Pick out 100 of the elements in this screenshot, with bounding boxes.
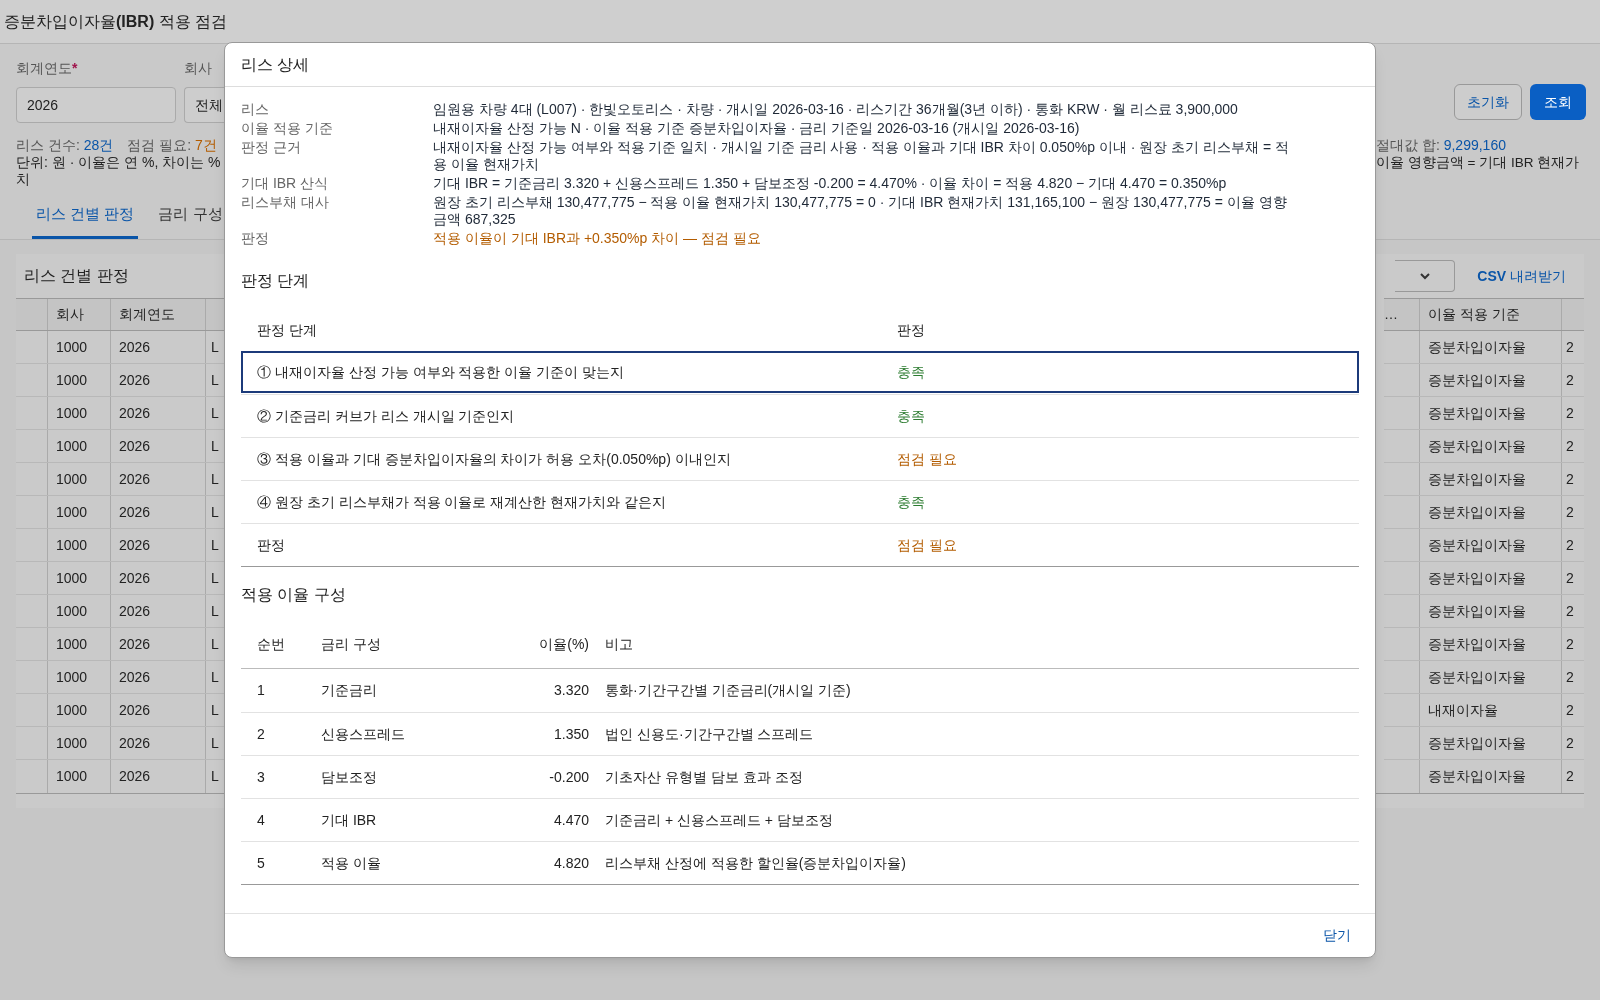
table-cell-text: 1000	[56, 700, 88, 720]
company-select[interactable]: 전체	[184, 87, 224, 123]
table-cell-text: 2	[1566, 337, 1574, 357]
formula-note: 이율 영향금액 = 기대 IBR 현재가	[1376, 154, 1580, 171]
table-cell-text: 2	[1566, 568, 1574, 588]
table-cell-text: L	[211, 733, 219, 753]
table-cell-text: 2026	[119, 436, 151, 456]
table-cell-text: 2	[1566, 767, 1574, 786]
table-cell-text: 증분차입이자율	[1428, 667, 1526, 687]
table-cell-text: 통화·기간구간별 기준금리(개시일 기준)	[604, 681, 851, 700]
table-cell-text: L	[211, 601, 219, 621]
table-cell-text: 증분차입이자율	[1428, 767, 1526, 786]
table-cell-text: 증분차입이자율	[1428, 535, 1526, 555]
table-cell-text: 증분차입이자율	[1428, 436, 1526, 456]
table-cell-text: 2	[1566, 700, 1574, 720]
csv-download-link[interactable]: CSV 내려받기	[1477, 265, 1576, 287]
lease-count: 리스 건수: 28건	[16, 137, 114, 154]
table-cell-text: 증분차입이자율	[1428, 469, 1526, 489]
check-count: 점검 필요: 7건	[127, 137, 217, 154]
table-cell-text: -0.200	[548, 767, 589, 787]
table-cell-text: 1000	[56, 733, 88, 753]
detail-label: 리스	[241, 101, 270, 118]
step-result: 충족	[897, 492, 925, 512]
step-row[interactable]: ③ 적용 이율과 기대 증분차입이자율의 차이가 허용 오차(0.050%p) 이내인지 점검 필요	[241, 437, 1359, 480]
table-cell-text: 2026	[119, 370, 151, 390]
table-cell-text: 2026	[119, 535, 151, 555]
table-cell-text: L	[211, 469, 219, 489]
column-header: 판정 단계	[257, 320, 318, 340]
table-cell-text: 기준금리	[321, 681, 378, 700]
table-cell-text: L	[211, 370, 219, 390]
table-cell-text: 증분차입이자율	[1428, 568, 1526, 588]
step-row[interactable]: ④ 원장 초기 리스부채가 적용 이율로 재계산한 현재가치와 같은지 충족	[241, 480, 1359, 523]
column-header: 판정	[897, 320, 925, 340]
column-header: 금리 구성	[321, 635, 382, 654]
column-header: 순번	[257, 635, 286, 654]
step-result: 충족	[897, 406, 925, 426]
table-cell-text: L	[211, 403, 219, 423]
unit-note: 치	[16, 171, 31, 188]
table-cell-text: 증분차입이자율	[1428, 634, 1526, 654]
field-label: 회사	[184, 59, 213, 78]
step-row[interactable]: 판정 점검 필요	[241, 523, 1359, 566]
year-field[interactable]: 2026	[16, 87, 176, 123]
tab[interactable]: 금리 구성	[154, 193, 227, 239]
table-cell-text: L	[211, 502, 219, 522]
detail-value: 내재이자율 산정 가능 여부와 적용 기준 일치 · 개시일 기준 금리 사용 · 적용 이율과 기대 IBR 차이 0.050%p 이내 · 원장 초기 리스부채 = 적용 이율 현재가치	[433, 139, 1290, 173]
table-cell-text: L	[211, 568, 219, 588]
column-header: 비고	[604, 635, 633, 654]
table-cell-text: 1000	[56, 667, 88, 687]
detail-value: 기대 IBR = 기준금리 3.320 + 신용스프레드 1.350 + 담보조정 -0.200 = 4.470% · 이율 차이 = 적용 4.820 − 기대 4.470 = 0.350%p	[433, 175, 1228, 192]
table-cell-text: 1000	[56, 634, 88, 654]
step-result: 점검 필요	[897, 449, 957, 469]
table-cell-text: 2026	[119, 502, 151, 522]
step-text: ① 내재이자율 산정 가능 여부와 적용한 이율 기준이 맞는지	[257, 362, 626, 382]
table-cell-text: 신용스프레드	[321, 724, 406, 744]
reset-button[interactable]: 초기화	[1454, 84, 1522, 120]
table-cell-text: 1.350	[552, 724, 589, 744]
close-button[interactable]: 닫기	[1323, 925, 1351, 946]
step-row[interactable]: ① 내재이자율 산정 가능 여부와 적용한 이율 기준이 맞는지 충족	[241, 351, 1359, 393]
detail-value: 임원용 차량 4대 (L007) · 한빛오토리스 · 차량 · 개시일 2026-03-16 · 리스기간 36개월(3년 이하) · 통화 KRW · 월 리스료 3,900,000	[433, 101, 1239, 118]
table-cell-text: 증분차입이자율	[1428, 370, 1526, 390]
column-header: 이율 적용 기준	[1428, 305, 1520, 324]
page-title: 증분차입이자율(IBR) 적용 점검	[4, 11, 228, 32]
detail-label: 리스부채 대사	[241, 194, 330, 212]
table-cell-text: L	[211, 700, 219, 720]
step-text: ② 기준금리 커브가 리스 개시일 기준인지	[257, 406, 516, 426]
table-cell-text: 2026	[119, 767, 151, 786]
table-cell-text: 4.470	[552, 810, 589, 830]
table-cell-text: 1000	[56, 469, 88, 489]
table-cell-text: 2	[1566, 502, 1574, 522]
table-cell-text: 담보조정	[321, 767, 378, 787]
table-cell-text: 2	[1566, 403, 1574, 423]
table-cell-text: 리스부채 산정에 적용한 할인율(증분차입이자율)	[604, 853, 906, 873]
table-cell-text: 1000	[56, 436, 88, 456]
table-cell-text: L	[211, 667, 219, 687]
step-row[interactable]: ② 기준금리 커브가 리스 개시일 기준인지 충족	[241, 394, 1359, 437]
table-cell-text: 증분차입이자율	[1428, 502, 1526, 522]
chevron-down-icon	[1418, 272, 1431, 280]
dialog-title: 리스 상세	[241, 54, 310, 75]
detail-label: 기대 IBR 산식	[241, 175, 330, 192]
table-cell-text: 4.820	[552, 853, 589, 873]
table-cell-text: 2026	[119, 634, 151, 654]
table-cell-text: 2026	[119, 667, 151, 687]
abs-sum: 절대값 합: 9,299,160	[1376, 137, 1506, 154]
table-cell-text: L	[211, 436, 219, 456]
table-cell-text: 2	[257, 724, 266, 744]
table-cell-text: 증분차입이자율	[1428, 601, 1526, 621]
detail-value: 적용 이율이 기대 IBR과 +0.350%p 차이 — 점검 필요	[433, 230, 762, 247]
table-cell-text: L	[211, 634, 219, 654]
table-cell-text: 2	[1566, 436, 1574, 456]
table-cell-text: 기초자산 유형별 담보 효과 조정	[604, 767, 803, 787]
table-cell-text: 2	[1566, 469, 1574, 489]
step-text: ③ 적용 이율과 기대 증분차입이자율의 차이가 허용 오차(0.050%p) 이내인지	[257, 449, 732, 469]
tab[interactable]: 리스 건별 판정	[32, 193, 139, 239]
table-cell-text: 기준금리 + 신용스프레드 + 담보조정	[604, 810, 833, 830]
search-button[interactable]: 조회	[1530, 84, 1586, 120]
table-cell-text: 2026	[119, 469, 151, 489]
step-result: 점검 필요	[897, 535, 957, 555]
filter-select[interactable]	[1395, 260, 1456, 292]
table-cell-text: 내재이자율	[1428, 700, 1498, 720]
table-cell-text: 기대 IBR	[321, 810, 378, 830]
